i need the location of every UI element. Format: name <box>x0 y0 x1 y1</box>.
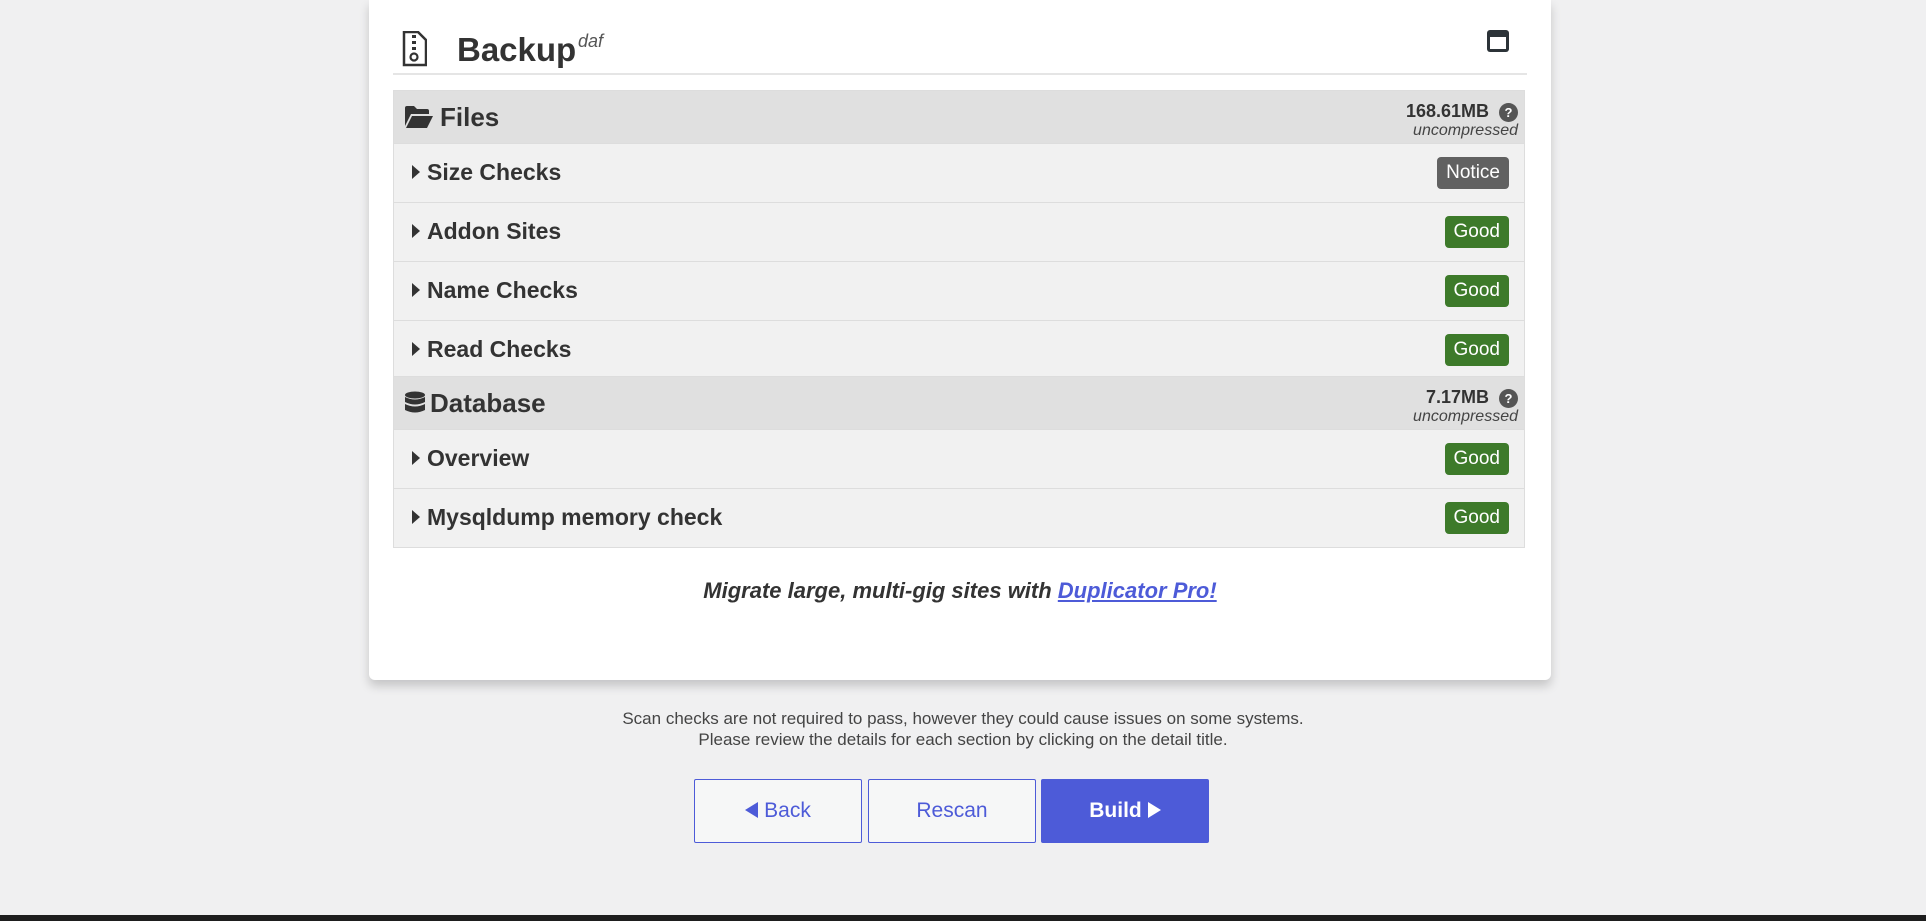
status-badge: Good <box>1444 502 1509 534</box>
help-icon[interactable]: ? <box>1499 103 1518 122</box>
database-size-note: uncompressed <box>1413 408 1518 425</box>
caret-right-icon <box>412 451 420 465</box>
bottom-bar <box>0 915 1926 921</box>
files-size-note: uncompressed <box>1413 122 1518 139</box>
backup-header: Backup daf <box>393 0 1527 75</box>
files-section: Files 168.61MB ? uncompressed Size Check… <box>393 90 1525 380</box>
caret-right-icon <box>412 283 420 297</box>
duplicator-pro-link[interactable]: Duplicator Pro! <box>1058 578 1217 603</box>
row-label: Name Checks <box>427 277 578 303</box>
file-zipper-icon <box>402 31 427 67</box>
row-label: Mysqldump memory check <box>427 504 723 530</box>
status-badge: Notice <box>1437 157 1509 189</box>
caret-right-icon <box>412 342 420 356</box>
backup-title: Backup <box>457 31 577 68</box>
files-title: Files <box>440 102 500 132</box>
list-item-mysqldump-memory-check[interactable]: Mysqldump memory check Good <box>394 488 1524 547</box>
caret-right-icon <box>412 224 420 238</box>
files-size: 168.61MB <box>1405 101 1489 121</box>
caret-right-icon <box>412 165 420 179</box>
rescan-button-label: Rescan <box>916 799 988 822</box>
scan-info-line-1: Scan checks are not required to pass, ho… <box>622 709 1304 728</box>
database-icon <box>405 391 425 413</box>
back-button-label: Back <box>764 799 811 822</box>
caret-left-icon <box>745 802 759 818</box>
list-item-addon-sites[interactable]: Addon Sites Good <box>394 202 1524 261</box>
row-label: Addon Sites <box>427 218 562 244</box>
scan-info-line-2: Please review the details for each secti… <box>698 730 1228 749</box>
scan-info: Scan checks are not required to pass, ho… <box>0 708 1926 750</box>
build-button-label: Build <box>1089 799 1142 822</box>
backup-panel: Backup daf Files 168.61MB ? uncompressed… <box>369 0 1551 680</box>
promo-message: Migrate large, multi-gig sites with <box>703 578 1058 603</box>
row-label: Size Checks <box>427 159 562 185</box>
row-label: Read Checks <box>427 336 572 362</box>
promo-text: Migrate large, multi-gig sites with Dupl… <box>369 578 1551 604</box>
build-button[interactable]: Build <box>1041 779 1209 843</box>
files-header[interactable]: Files 168.61MB ? uncompressed <box>394 90 1524 143</box>
caret-right-icon <box>1147 802 1161 818</box>
database-section: Database 7.17MB ? uncompressed Overview … <box>393 376 1525 548</box>
list-item-overview[interactable]: Overview Good <box>394 429 1524 488</box>
window-minimize-icon[interactable] <box>1487 30 1509 52</box>
rescan-button[interactable]: Rescan <box>868 779 1036 843</box>
status-badge: Good <box>1444 334 1509 366</box>
row-label: Overview <box>427 445 530 471</box>
database-title: Database <box>430 388 546 418</box>
status-badge: Good <box>1444 275 1509 307</box>
backup-name: daf <box>578 31 604 51</box>
help-icon[interactable]: ? <box>1499 389 1518 408</box>
database-size: 7.17MB <box>1425 387 1489 407</box>
caret-right-icon <box>412 510 420 524</box>
status-badge: Good <box>1444 216 1509 248</box>
folder-open-icon <box>405 106 433 128</box>
list-item-size-checks[interactable]: Size Checks Notice <box>394 143 1524 202</box>
list-item-read-checks[interactable]: Read Checks Good <box>394 320 1524 379</box>
back-button[interactable]: Back <box>694 779 862 843</box>
status-badge: Good <box>1444 443 1509 475</box>
list-item-name-checks[interactable]: Name Checks Good <box>394 261 1524 320</box>
database-header[interactable]: Database 7.17MB ? uncompressed <box>394 376 1524 429</box>
